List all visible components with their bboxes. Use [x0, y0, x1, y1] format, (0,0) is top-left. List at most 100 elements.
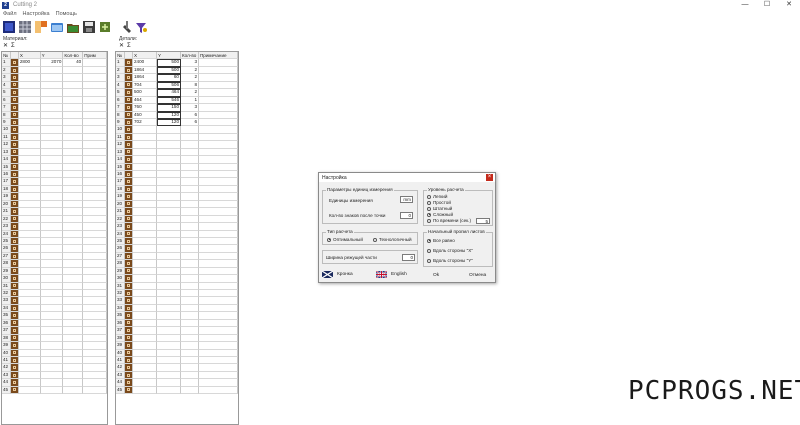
table-cell[interactable]: 506 — [157, 81, 181, 90]
table-cell[interactable] — [181, 260, 199, 268]
table-cell[interactable] — [133, 185, 157, 194]
row-icon[interactable] — [10, 379, 19, 387]
table-row[interactable]: 36 — [116, 319, 238, 328]
table-cell[interactable]: 500 — [157, 66, 181, 75]
table-cell[interactable] — [133, 327, 157, 335]
table-cell[interactable] — [181, 223, 199, 231]
table-cell[interactable] — [157, 297, 181, 305]
table-cell[interactable] — [133, 356, 157, 365]
table-cell[interactable] — [63, 133, 84, 142]
table-row[interactable]: 26 — [116, 245, 238, 253]
row-icon[interactable] — [125, 260, 133, 268]
table-cell[interactable] — [63, 118, 84, 127]
table-cell[interactable] — [157, 133, 181, 142]
table-cell[interactable] — [199, 349, 238, 357]
table-row[interactable]: 21 — [116, 208, 238, 216]
row-icon[interactable] — [125, 371, 133, 380]
table-row[interactable]: 27 — [2, 252, 107, 261]
table-cell[interactable] — [199, 371, 238, 380]
table-cell[interactable] — [181, 141, 199, 149]
table-cell[interactable] — [40, 319, 64, 328]
row-icon[interactable] — [10, 59, 19, 67]
table-row[interactable]: 25 — [2, 237, 107, 246]
table-cell[interactable] — [199, 66, 238, 75]
table-cell[interactable] — [63, 349, 84, 357]
table-row[interactable]: 1 2400 500 3 — [116, 59, 238, 67]
table-cell[interactable] — [63, 126, 84, 134]
table-cell[interactable]: 546 — [157, 96, 181, 105]
table-row[interactable]: 1 2800 2070 40 — [2, 59, 107, 67]
table-cell[interactable] — [181, 275, 199, 283]
table-cell[interactable] — [83, 178, 107, 186]
level-normal-radio[interactable]: Штатный — [427, 206, 452, 211]
row-icon[interactable] — [125, 304, 133, 313]
table-row[interactable]: 32 — [2, 290, 107, 298]
row-icon[interactable] — [10, 312, 19, 320]
table-cell[interactable] — [83, 334, 107, 343]
table-cell[interactable] — [133, 364, 157, 372]
table-cell[interactable] — [133, 379, 157, 387]
table-row[interactable]: 30 — [2, 275, 107, 283]
table-cell[interactable] — [199, 230, 238, 238]
table-cell[interactable] — [18, 133, 41, 142]
table-row[interactable]: 23 — [2, 223, 107, 231]
table-cell[interactable] — [157, 304, 181, 313]
table-cell[interactable]: 2 — [181, 89, 199, 97]
row-icon[interactable] — [125, 141, 133, 149]
table-row[interactable]: 36 — [2, 319, 107, 328]
table-cell[interactable] — [133, 178, 157, 186]
table-row[interactable]: 16 — [116, 171, 238, 179]
table-cell[interactable] — [40, 260, 64, 268]
table-cell[interactable] — [199, 178, 238, 186]
table-cell[interactable] — [83, 260, 107, 268]
table-cell[interactable] — [40, 237, 64, 246]
tools-icon[interactable] — [118, 20, 132, 34]
row-icon[interactable] — [10, 297, 19, 305]
table-cell[interactable] — [63, 163, 84, 171]
table-cell[interactable] — [18, 282, 41, 290]
table-cell[interactable] — [40, 275, 64, 283]
table-cell[interactable] — [199, 364, 238, 372]
column-header[interactable]: Кол-во — [63, 52, 84, 60]
table-cell[interactable] — [18, 111, 41, 119]
table-cell[interactable] — [157, 290, 181, 298]
table-row[interactable]: 34 — [116, 304, 238, 313]
table-row[interactable]: 24 — [116, 230, 238, 238]
table-cell[interactable] — [18, 245, 41, 253]
table-cell[interactable] — [133, 133, 157, 142]
table-cell[interactable] — [133, 297, 157, 305]
table-cell[interactable] — [133, 208, 157, 216]
table-cell[interactable] — [40, 208, 64, 216]
row-icon[interactable] — [125, 312, 133, 320]
export-icon[interactable] — [98, 20, 112, 34]
column-header[interactable] — [10, 52, 19, 60]
table-cell[interactable] — [40, 349, 64, 357]
table-cell[interactable] — [181, 156, 199, 164]
table-cell[interactable] — [83, 111, 107, 119]
table-cell[interactable] — [40, 386, 64, 395]
row-icon[interactable] — [125, 81, 133, 90]
table-cell[interactable] — [63, 148, 84, 157]
table-cell[interactable] — [83, 342, 107, 350]
table-cell[interactable] — [83, 312, 107, 320]
table-cell[interactable] — [181, 334, 199, 343]
table-cell[interactable] — [83, 349, 107, 357]
table-cell[interactable] — [18, 290, 41, 298]
table-cell[interactable] — [83, 386, 107, 395]
column-header[interactable]: № — [116, 52, 125, 60]
table-row[interactable]: 31 — [116, 282, 238, 290]
table-cell[interactable] — [63, 230, 84, 238]
table-cell[interactable] — [157, 193, 181, 201]
table-cell[interactable] — [157, 349, 181, 357]
row-icon[interactable] — [10, 104, 19, 112]
table-cell[interactable] — [157, 342, 181, 350]
table-cell[interactable]: 450 — [133, 111, 157, 119]
table-cell[interactable] — [18, 252, 41, 261]
table-cell[interactable] — [63, 81, 84, 90]
table-row[interactable]: 33 — [2, 297, 107, 305]
sum-icon[interactable]: Σ — [127, 43, 131, 49]
table-cell[interactable] — [40, 282, 64, 290]
table-cell[interactable] — [63, 223, 84, 231]
table-row[interactable]: 44 — [2, 379, 107, 387]
table-cell[interactable] — [157, 275, 181, 283]
